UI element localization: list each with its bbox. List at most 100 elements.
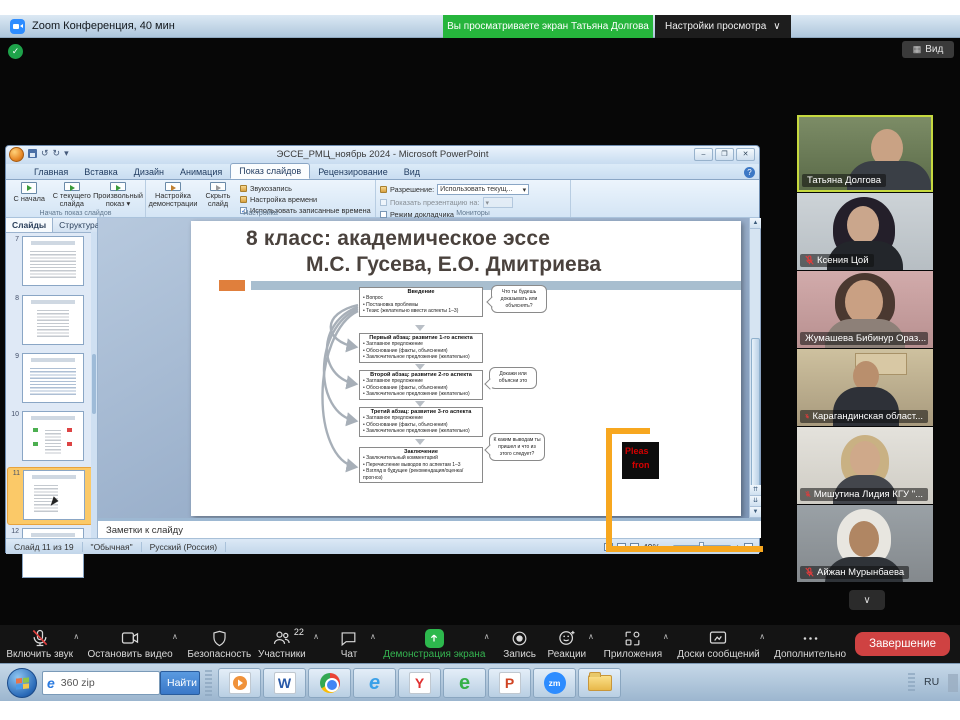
whiteboards-options-chevron[interactable]: ∧	[759, 632, 765, 641]
participant-tile-2[interactable]: Ксения Цой	[797, 193, 933, 270]
participants-button[interactable]: 22 Участники	[261, 629, 310, 660]
slide-scrollbar[interactable]: ▲ ⇈ ⇊ ▼	[749, 218, 760, 518]
hide-slide-button[interactable]: Скрыть слайд	[200, 182, 236, 208]
apps-options-chevron[interactable]: ∧	[663, 632, 669, 641]
scroll-up-icon[interactable]: ▲	[750, 218, 761, 229]
ppt-titlebar[interactable]: ↺ ↻ ▾ ЭССЕ_РМЦ_ноябрь 2024 - Microsoft P…	[6, 146, 759, 164]
more-button[interactable]: Дополнительно	[778, 629, 842, 660]
collapse-videos-button[interactable]: ∨	[849, 590, 885, 610]
unmute-button[interactable]: Включить звук	[10, 629, 69, 660]
record-narration-button[interactable]: Звукозапись	[240, 184, 371, 193]
taskbar-explorer-folder[interactable]	[578, 668, 621, 698]
audio-options-chevron[interactable]: ∧	[73, 632, 79, 641]
tab-design[interactable]: Дизайн	[126, 165, 172, 179]
rehearse-timings-button[interactable]: Настройка времени	[240, 195, 371, 204]
taskbar-internet-explorer[interactable]: e	[353, 668, 396, 698]
participant-name: Айжан Мурынбаева	[817, 567, 904, 578]
language-indicator[interactable]: RU	[924, 676, 939, 688]
muted-mic-icon	[805, 255, 814, 266]
taskbar-powerpoint[interactable]: P	[488, 668, 531, 698]
checkbox-icon	[380, 199, 387, 206]
taskbar-360-browser[interactable]: e	[443, 668, 486, 698]
restore-button[interactable]: ❐	[715, 148, 734, 161]
chat-button[interactable]: Чат	[332, 629, 366, 660]
resolution-label: Разрешение:	[390, 185, 434, 194]
group-label-start: Начать показ слайдов	[6, 210, 145, 217]
slide-thumbnail-11-selected[interactable]: 11	[7, 467, 93, 525]
slide-number: 8	[7, 293, 22, 351]
share-screen-button[interactable]: Демонстрация экрана	[389, 629, 480, 660]
taskbar-yandex-browser[interactable]: Y	[398, 668, 441, 698]
search-find-button[interactable]: Найти	[160, 671, 200, 695]
shield-icon	[210, 629, 229, 648]
reactions-button[interactable]: Реакции	[550, 629, 584, 660]
from-current-slide-button[interactable]: С текущего слайда	[53, 182, 92, 208]
search-input[interactable]	[59, 676, 139, 690]
ribbon-group-setup: Настройка демонстрации Скрыть слайд Звук…	[146, 180, 376, 217]
tab-animation[interactable]: Анимация	[172, 165, 230, 179]
taskbar-word[interactable]: W	[263, 668, 306, 698]
whiteboards-button[interactable]: Доски сообщений	[682, 629, 755, 660]
slide-thumbnail-8[interactable]: 8	[7, 293, 93, 351]
taskbar-zoom[interactable]: zm	[533, 668, 576, 698]
tray-icon[interactable]	[948, 674, 958, 692]
custom-show-button[interactable]: Произвольный показ ▾	[95, 182, 141, 208]
tab-slides-thumbnails[interactable]: Слайды	[6, 218, 53, 232]
previous-slide-button[interactable]: ⇈	[750, 485, 761, 496]
record-button[interactable]: Запись	[503, 629, 537, 660]
reactions-options-chevron[interactable]: ∧	[588, 632, 594, 641]
scroll-down-icon[interactable]: ▼	[750, 507, 761, 518]
participant-tile-1[interactable]: Татьяна Долгова	[797, 115, 933, 192]
setup-slideshow-button[interactable]: Настройка демонстрации	[150, 182, 196, 208]
tab-view[interactable]: Вид	[396, 165, 428, 179]
slide-thumbnail-9[interactable]: 9	[7, 351, 93, 409]
toolbar-grip	[205, 670, 212, 696]
slide-number: 10	[7, 409, 22, 467]
tab-home[interactable]: Главная	[26, 165, 76, 179]
stop-video-button[interactable]: Остановить видео	[92, 629, 168, 660]
setup-label: Настройка демонстрации	[149, 192, 198, 208]
end-meeting-button[interactable]: Завершение	[855, 632, 950, 656]
resolution-select[interactable]: Использовать текущ... ▾	[437, 184, 529, 195]
language-indicator[interactable]: Русский (Россия)	[142, 542, 226, 552]
slide-thumbnail-10[interactable]: 10	[7, 409, 93, 467]
video-options-chevron[interactable]: ∧	[172, 632, 178, 641]
slideshow-icon	[110, 182, 126, 191]
tab-slideshow[interactable]: Показ слайдов	[230, 163, 310, 179]
chat-options-chevron[interactable]: ∧	[370, 632, 376, 641]
taskbar-search[interactable]: e	[42, 671, 160, 695]
next-slide-button[interactable]: ⇊	[750, 496, 761, 507]
participant-name: Мишутина Лидия КГУ "...	[814, 489, 923, 500]
participant-tile-3[interactable]: Жумашева Бибинур Ораз...	[797, 271, 933, 348]
slide-thumbnail-7[interactable]: 7	[7, 234, 93, 292]
slide-editing-area: 8 класс: академическое эссе М.С. Гусева,…	[98, 218, 761, 518]
security-button[interactable]: Безопасность	[191, 629, 248, 660]
tab-review[interactable]: Рецензирование	[310, 165, 396, 179]
minimize-button[interactable]: –	[694, 148, 713, 161]
help-icon[interactable]: ?	[744, 167, 755, 178]
start-button[interactable]	[7, 668, 37, 698]
view-options-button[interactable]: Настройки просмотра ∨	[655, 15, 791, 38]
meeting-info-shield-icon[interactable]: ✓	[8, 44, 23, 59]
participants-options-chevron[interactable]: ∧	[313, 632, 319, 641]
participant-tile-6[interactable]: Айжан Мурынбаева	[797, 505, 933, 582]
pane-scrollbar[interactable]	[91, 232, 97, 538]
tab-insert[interactable]: Вставка	[76, 165, 125, 179]
notes-area[interactable]: Заметки к слайду	[98, 518, 761, 538]
down-arrow-icon	[415, 439, 425, 445]
view-layout-button[interactable]: ▦ Вид	[902, 41, 954, 58]
share-options-chevron[interactable]: ∧	[484, 632, 490, 641]
apps-button[interactable]: Приложения	[607, 629, 659, 660]
muted-mic-icon	[30, 629, 50, 648]
participant-tile-4[interactable]: Карагандинская област...	[797, 349, 933, 426]
participant-tile-5[interactable]: Мишутина Лидия КГУ "...	[797, 427, 933, 504]
close-button[interactable]: ✕	[736, 148, 755, 161]
from-beginning-button[interactable]: С начала	[10, 182, 49, 208]
participant-name: Ксения Цой	[817, 255, 869, 266]
taskbar-media-player[interactable]	[218, 668, 261, 698]
ellipsis-icon	[801, 629, 820, 648]
slide-thumbnail-12[interactable]: 12	[7, 526, 93, 584]
taskbar-chrome[interactable]	[308, 668, 351, 698]
show-on-select: ▾	[483, 197, 513, 208]
powerpoint-window: ↺ ↻ ▾ ЭССЕ_РМЦ_ноябрь 2024 - Microsoft P…	[5, 145, 760, 553]
